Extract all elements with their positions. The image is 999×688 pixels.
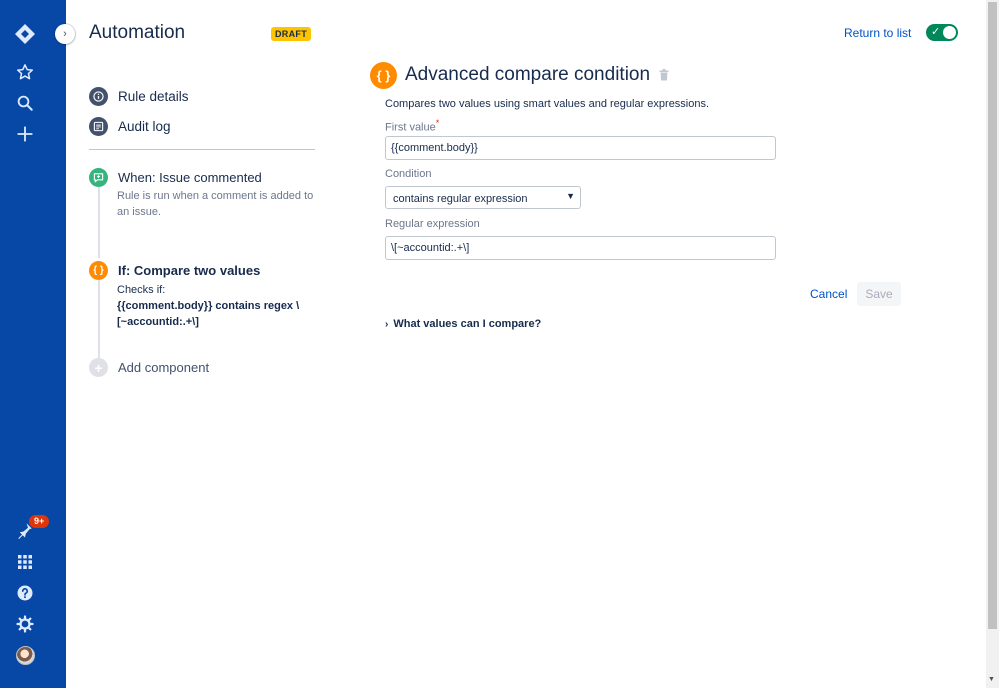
rule-enabled-toggle[interactable]: ✓ — [926, 24, 958, 41]
form-description: Compares two values using smart values a… — [385, 98, 710, 110]
condition-step-checks-value: {{comment.body}} contains regex \[~accou… — [117, 300, 300, 328]
help-icon[interactable] — [13, 581, 37, 605]
notification-badge: 9+ — [29, 515, 50, 528]
condition-braces-icon: { } — [370, 62, 397, 89]
what-values-expander[interactable]: › What values can I compare? — [385, 318, 541, 330]
trigger-step-icon[interactable] — [89, 168, 108, 187]
trash-icon[interactable] — [659, 68, 669, 86]
save-button[interactable]: Save — [857, 282, 901, 306]
status-badge: DRAFT — [271, 27, 311, 41]
condition-select[interactable]: contains regular expression ▼ — [385, 186, 581, 209]
avatar[interactable] — [16, 646, 35, 665]
condition-step-checks-label: Checks if: — [117, 284, 166, 296]
flow-connector — [98, 280, 100, 358]
trigger-step-description: Rule is run when a comment is added to a… — [117, 190, 314, 218]
star-icon[interactable] — [13, 60, 37, 84]
create-plus-icon[interactable] — [13, 122, 37, 146]
first-value-label: First value* — [385, 118, 439, 134]
app-switcher-icon[interactable] — [13, 550, 37, 574]
toggle-knob — [943, 26, 956, 39]
expand-sidebar-button[interactable]: › — [55, 24, 75, 44]
info-icon — [89, 87, 108, 106]
check-icon: ✓ — [931, 26, 941, 38]
regex-label: Regular expression — [385, 218, 480, 230]
add-component-icon[interactable]: + — [89, 358, 108, 377]
scroll-down-arrow-icon[interactable]: ▼ — [988, 676, 995, 683]
list-icon — [89, 117, 108, 136]
sidebar-item-label: Rule details — [118, 89, 189, 104]
caret-down-icon: ▼ — [566, 191, 575, 201]
app-title: Automation — [89, 22, 186, 43]
sidebar-item-audit-log[interactable]: Audit log — [89, 117, 171, 136]
condition-select-value: contains regular expression — [393, 193, 528, 205]
settings-icon[interactable] — [13, 612, 37, 636]
condition-label: Condition — [385, 168, 432, 180]
flow-connector — [98, 186, 100, 258]
first-value-field[interactable]: {{comment.body}} — [385, 136, 776, 160]
condition-step-title[interactable]: If: Compare two values — [118, 263, 260, 278]
sidebar-divider — [89, 149, 315, 150]
expander-label: What values can I compare? — [393, 318, 542, 330]
cancel-button[interactable]: Cancel — [810, 287, 847, 301]
required-marker: * — [435, 118, 440, 128]
regex-field[interactable]: \[~accountid:.+\] — [385, 236, 776, 260]
first-value-label-text: First value — [385, 121, 436, 134]
sidebar-item-rule-details[interactable]: Rule details — [89, 87, 189, 106]
chevron-right-icon: › — [385, 318, 389, 330]
scrollbar-thumb[interactable] — [988, 2, 997, 629]
global-nav: 9+ — [0, 0, 66, 688]
jira-logo-icon[interactable] — [13, 22, 37, 46]
sidebar-item-label: Audit log — [118, 119, 171, 134]
add-component-button[interactable]: Add component — [118, 360, 209, 375]
search-icon[interactable] — [13, 91, 37, 115]
condition-step-icon[interactable]: { } — [89, 261, 108, 280]
return-to-list-link[interactable]: Return to list — [844, 26, 911, 40]
chevron-right-icon: › — [63, 28, 67, 40]
trigger-step-title[interactable]: When: Issue commented — [118, 170, 262, 185]
page-title: Advanced compare condition — [405, 64, 651, 85]
